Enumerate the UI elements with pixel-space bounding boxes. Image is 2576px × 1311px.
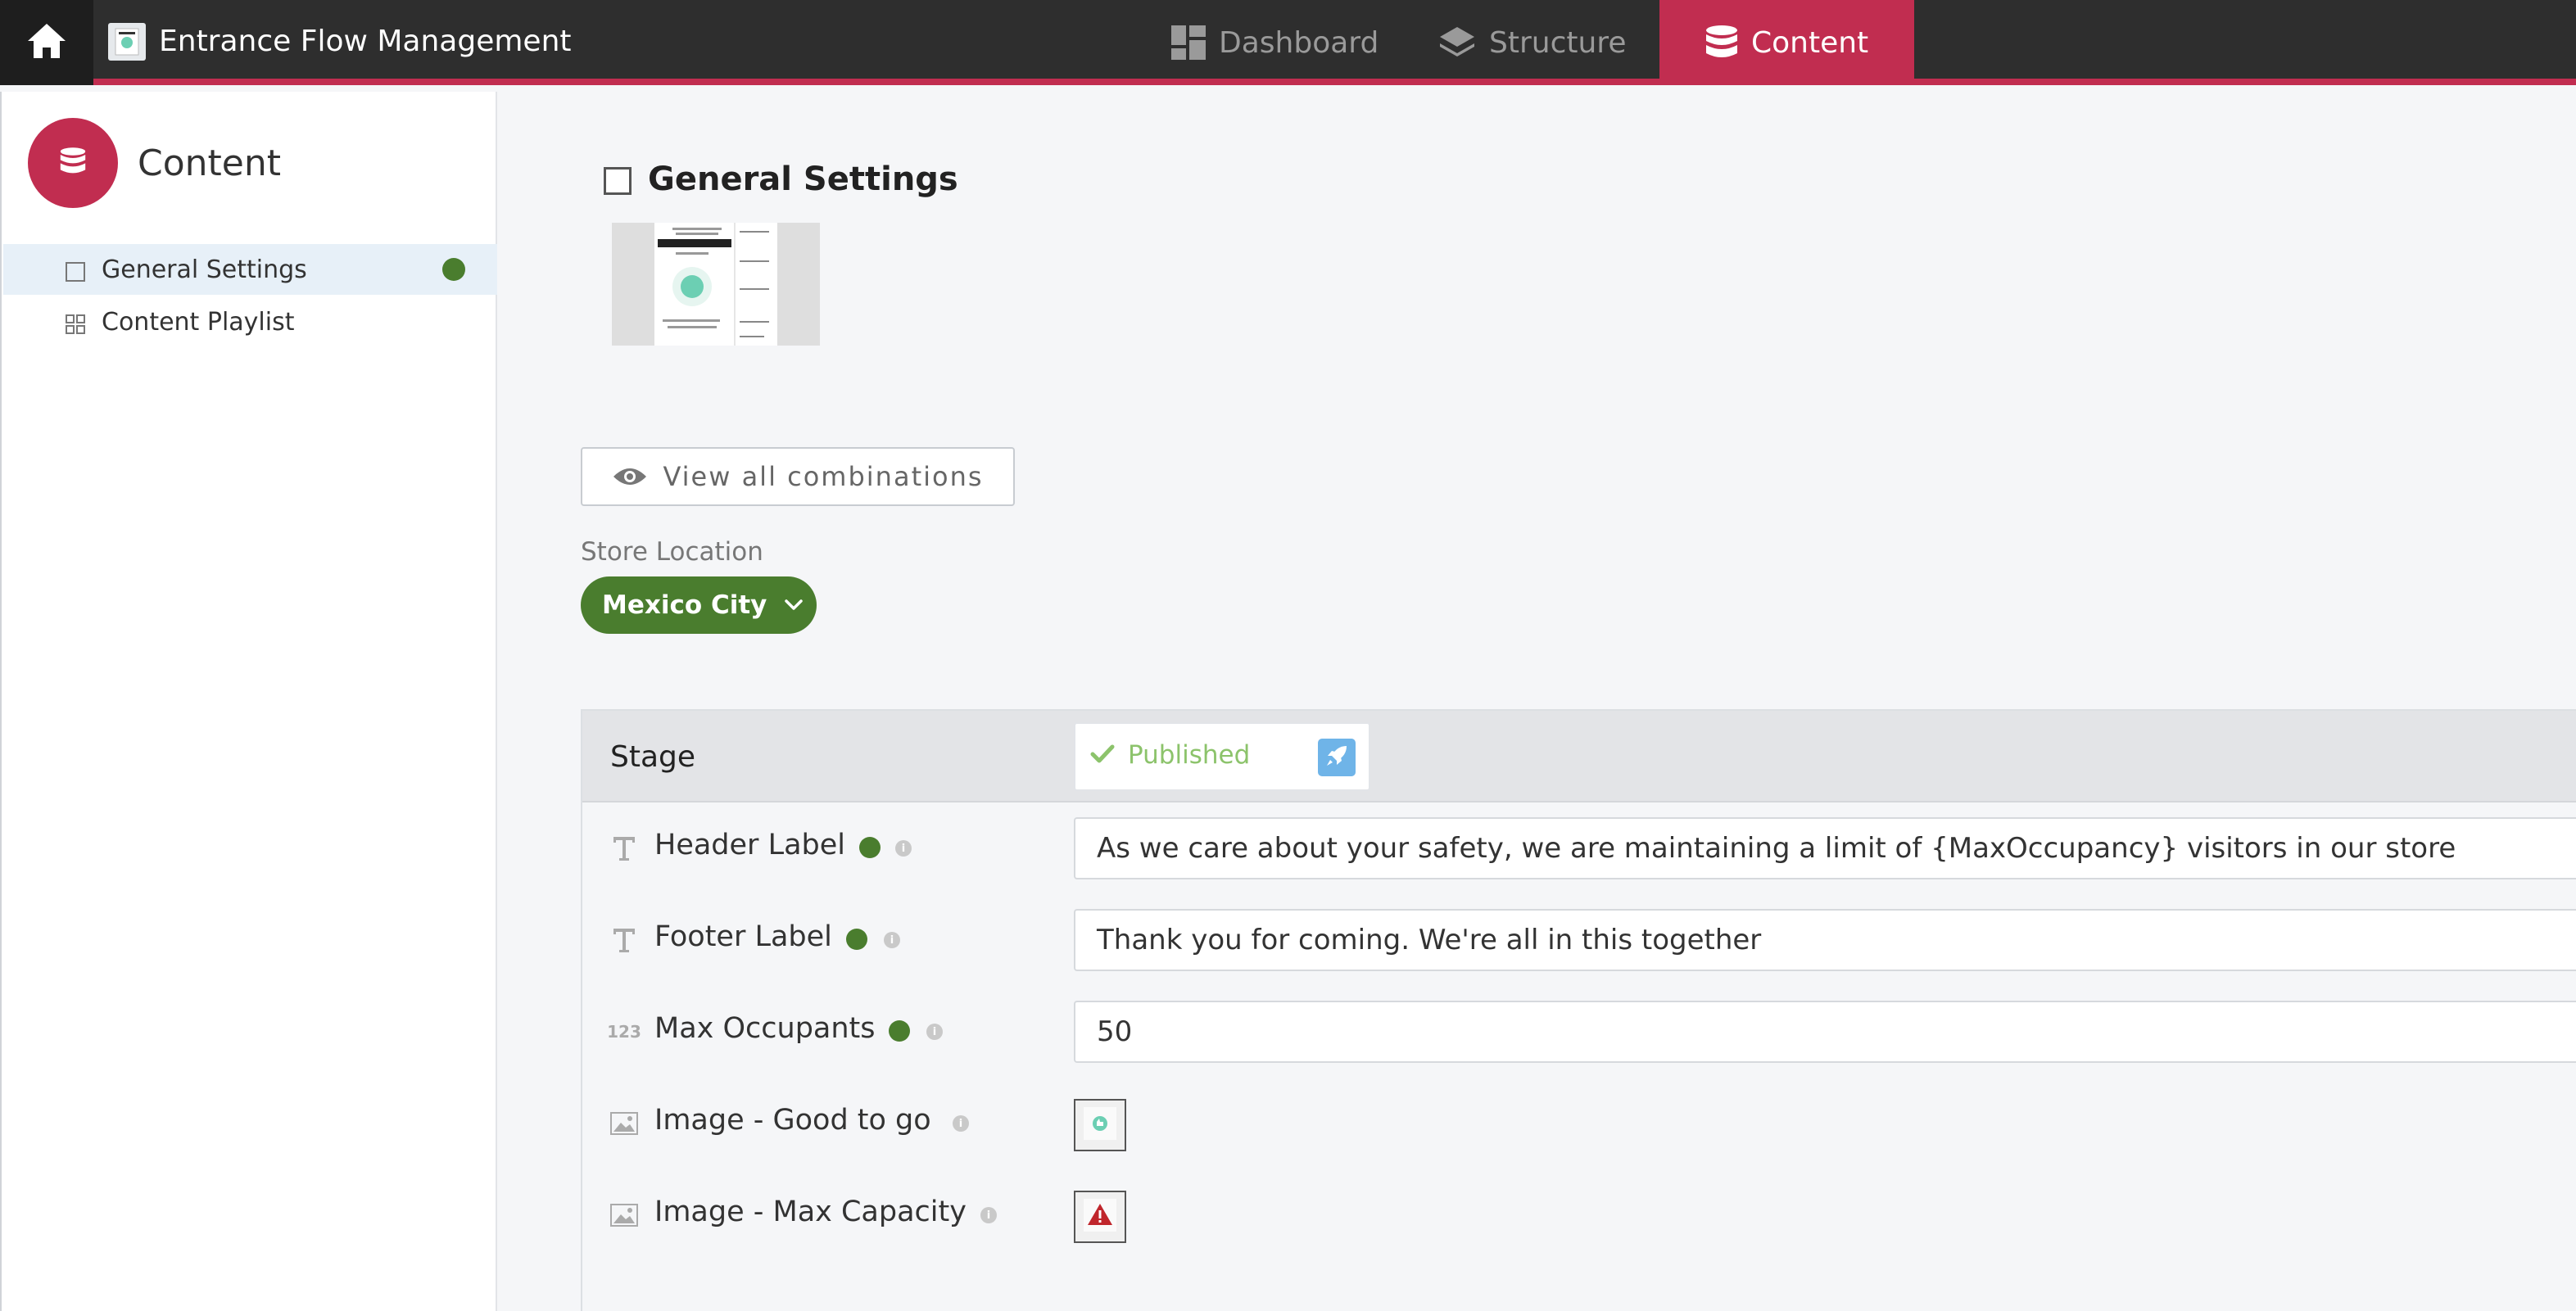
sidebar-item-label: Content Playlist [102, 307, 295, 337]
status-dot [859, 837, 881, 858]
image-icon [610, 1200, 638, 1230]
dashboard-icon [1171, 25, 1206, 60]
app-title: Entrance Flow Management [159, 25, 572, 58]
field-row-image-good-to-go: Image - Good to go i [582, 1078, 2576, 1169]
view-all-combinations-button[interactable]: View all combinations [581, 447, 1015, 506]
max-occupants-input[interactable]: 50 [1074, 1001, 2576, 1063]
number-icon: 123 [607, 1022, 641, 1042]
thumbs-up-icon [1084, 1107, 1116, 1143]
home-button[interactable] [0, 0, 93, 85]
status-dot [889, 1020, 910, 1042]
field-row-header-label: Header Label i As we care about your saf… [582, 802, 2576, 894]
warning-icon [1084, 1199, 1116, 1235]
image-icon [610, 1109, 638, 1138]
tab-structure[interactable]: Structure [1438, 0, 1626, 85]
publish-button[interactable] [1318, 739, 1356, 776]
tab-content[interactable]: Content [1659, 0, 1915, 85]
stage-status-selector[interactable]: Published [1074, 722, 1370, 791]
eye-icon [612, 465, 648, 488]
good-to-go-image-picker[interactable] [1074, 1099, 1126, 1151]
layers-icon [1438, 25, 1476, 60]
field-label: Header Label [654, 829, 845, 861]
view-all-combinations-label: View all combinations [663, 461, 984, 492]
database-icon [1705, 25, 1738, 61]
field-row-image-max-capacity: Image - Max Capacity i [582, 1169, 2576, 1261]
field-row-footer-label: Footer Label i Thank you for coming. We'… [582, 894, 2576, 986]
stage-label: Stage [610, 740, 696, 774]
info-icon[interactable]: i [895, 840, 912, 857]
sidebar-item-content-playlist[interactable]: Content Playlist [3, 296, 497, 347]
preview-page [654, 223, 777, 346]
tab-content-label: Content [1751, 25, 1869, 60]
rocket-icon [1325, 744, 1348, 771]
text-icon [610, 925, 638, 955]
info-icon[interactable]: i [884, 932, 900, 948]
info-icon[interactable]: i [953, 1115, 969, 1132]
sidebar-item-general-settings[interactable]: General Settings [3, 244, 497, 295]
home-icon [26, 22, 67, 63]
sidebar: Content General Settings Content Playlis… [0, 92, 497, 1311]
store-location-dropdown[interactable]: Mexico City [581, 576, 817, 634]
section-title: General Settings [648, 160, 958, 198]
info-icon[interactable]: i [980, 1207, 997, 1223]
field-row-max-occupants: 123 Max Occupants i 50 [582, 986, 2576, 1078]
main-content: General Settings View all combinations S… [499, 92, 2576, 1311]
tab-structure-label: Structure [1489, 25, 1627, 60]
footer-label-input[interactable]: Thank you for coming. We're all in this … [1074, 909, 2576, 971]
sidebar-logo [28, 118, 118, 208]
field-label: Image - Max Capacity [654, 1196, 967, 1228]
field-label: Footer Label [654, 920, 832, 953]
status-dot [442, 258, 465, 281]
info-icon[interactable]: i [926, 1024, 943, 1040]
top-navigation-bar: Entrance Flow Management Dashboard Struc… [0, 0, 2576, 85]
square-icon [66, 260, 85, 282]
tab-dashboard-label: Dashboard [1219, 25, 1379, 60]
database-icon [60, 147, 86, 179]
section-checkbox[interactable] [604, 167, 632, 195]
content-fields-panel: Stage Published Header Label i As we car… [581, 709, 2576, 1311]
sidebar-item-label: General Settings [102, 255, 307, 284]
max-capacity-image-picker[interactable] [1074, 1191, 1126, 1243]
grid-icon [66, 312, 85, 334]
tab-dashboard[interactable]: Dashboard [1171, 0, 1379, 85]
app-thumbnail-icon [108, 23, 146, 61]
status-dot [846, 929, 867, 950]
layout-preview-thumbnail[interactable] [612, 223, 820, 346]
sidebar-title: Content [138, 142, 281, 184]
chevron-down-icon [785, 599, 804, 611]
header-label-input[interactable]: As we care about your safety, we are mai… [1074, 817, 2576, 879]
store-location-label: Store Location [581, 537, 763, 567]
stage-row: Stage Published [582, 711, 2576, 802]
field-label: Max Occupants [654, 1012, 876, 1045]
check-icon [1090, 744, 1115, 765]
stage-status: Published [1128, 740, 1251, 770]
field-label: Image - Good to go [654, 1104, 931, 1137]
text-icon [610, 834, 638, 863]
store-location-value: Mexico City [602, 590, 767, 620]
